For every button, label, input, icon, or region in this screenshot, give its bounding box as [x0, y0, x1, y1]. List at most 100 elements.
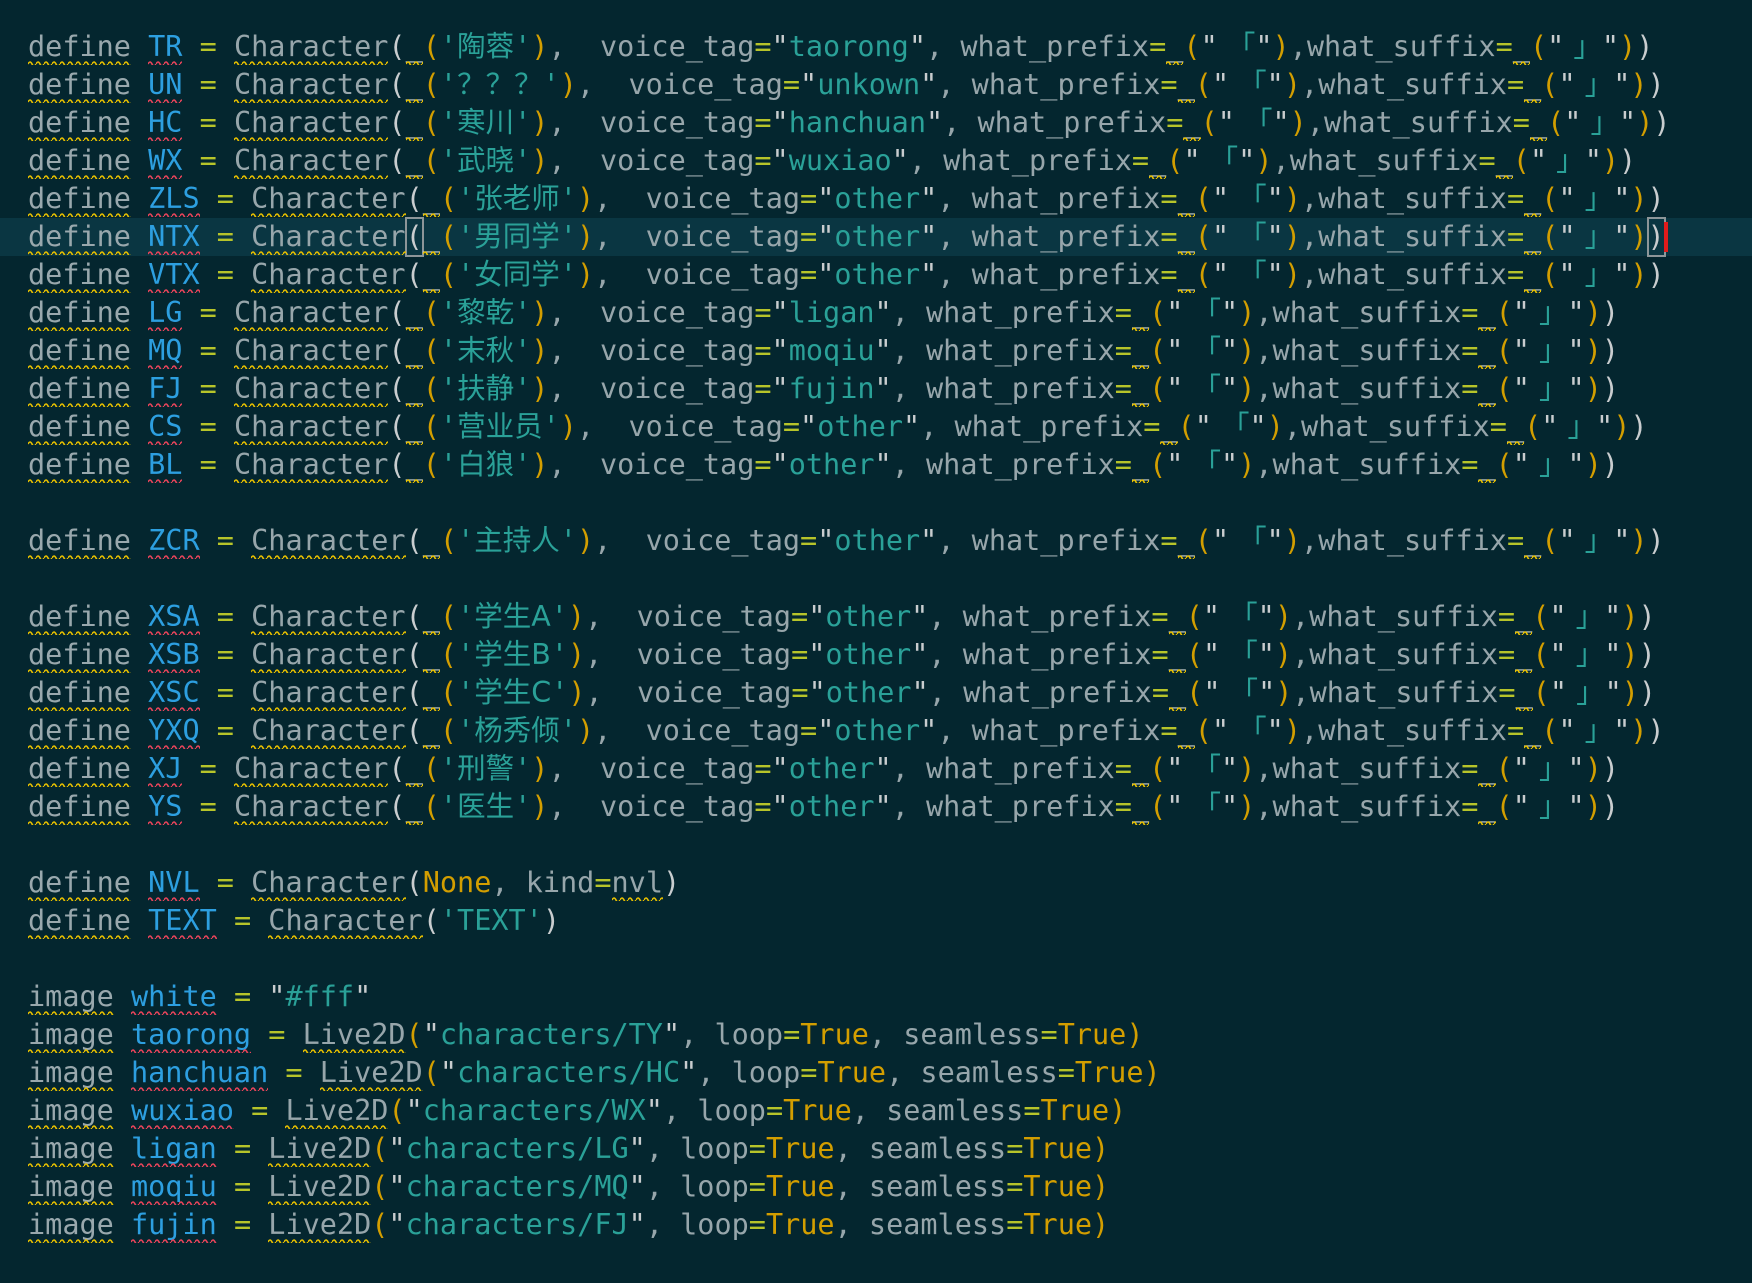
inner-close-paren: )	[1284, 258, 1301, 291]
what-prefix-value: 「	[1229, 714, 1267, 747]
quote-open: "	[1166, 334, 1183, 367]
code-line-blank-2[interactable]	[0, 560, 1752, 598]
code-line-define-XSC[interactable]: define XSC = Character(_('学生C'), voice_t…	[0, 674, 1752, 712]
code-line-define-WX[interactable]: define WX = Character(_('武晓'), voice_tag…	[0, 142, 1752, 180]
kwarg-eq: =	[754, 144, 771, 177]
code-line-define-VTX[interactable]: define VTX = Character(_('女同学'), voice_t…	[0, 256, 1752, 294]
kwarg-eq: =	[1006, 1132, 1023, 1165]
code-line-define-HC[interactable]: define HC = Character(_('寒川'), voice_tag…	[0, 104, 1752, 142]
kwarg-eq: =	[800, 1056, 817, 1089]
code-line-define-ZCR[interactable]: define ZCR = Character(_('主持人'), voice_t…	[0, 522, 1752, 560]
kwarg-voice-tag: voice_tag	[600, 752, 754, 785]
translate-fn: _	[1524, 258, 1541, 291]
what-suffix-value: 」	[1576, 68, 1614, 101]
kwarg-voice-tag: voice_tag	[600, 372, 754, 405]
squiggle-id-ZLS: ZLS	[148, 180, 199, 218]
code-line-define-XSB[interactable]: define XSB = Character(_('学生B'), voice_t…	[0, 636, 1752, 674]
code-line-blank-3[interactable]	[0, 826, 1752, 864]
quote-close: "	[892, 144, 909, 177]
comma: ,	[835, 1170, 869, 1203]
voice-tag-value-MQ: moqiu	[789, 334, 875, 367]
what-prefix-value: 「	[1183, 790, 1221, 823]
code-line-image-moqiu[interactable]: image moqiu = Live2D("characters/MQ", lo…	[0, 1168, 1752, 1206]
comma: ,	[1307, 106, 1324, 139]
translate-fn: _	[406, 790, 423, 823]
code-line-define-TEXT[interactable]: define TEXT = Character('TEXT')	[0, 902, 1752, 940]
quote-open: "	[772, 30, 789, 63]
code-line-define-BL[interactable]: define BL = Character(_('白狼'), voice_tag…	[0, 446, 1752, 484]
kwarg-what-suffix: what_suffix	[1309, 600, 1498, 633]
quote-close: "	[1267, 182, 1284, 215]
quote-open: '	[457, 258, 474, 291]
quote-open: '	[440, 752, 457, 785]
comma: ,	[548, 144, 599, 177]
keyword-define: define	[28, 106, 131, 139]
comma: ,	[697, 1056, 731, 1089]
quote-close: "	[920, 182, 937, 215]
what-suffix-value: 」	[1530, 296, 1568, 329]
code-line-define-MQ[interactable]: define MQ = Character(_('末秋'), voice_tag…	[0, 332, 1752, 370]
image-id-fujin: fujin	[131, 1208, 217, 1241]
what-suffix-value: 」	[1530, 448, 1568, 481]
quote-open: '	[440, 410, 457, 443]
code-line-define-CS[interactable]: define CS = Character(_('营业员'), voice_ta…	[0, 408, 1752, 446]
kwarg-what-prefix: what_prefix	[972, 182, 1161, 215]
what-suffix-value: 」	[1530, 334, 1568, 367]
code-line-image-white[interactable]: image white = "#fff"	[0, 978, 1752, 1016]
what-prefix-value: 「	[1183, 334, 1221, 367]
comma: ,	[646, 1132, 680, 1165]
inner-open-paren: (	[1195, 220, 1212, 253]
inner-close-paren: )	[560, 410, 577, 443]
squiggle-character-CS: Character	[234, 408, 388, 446]
code-line-define-NTX[interactable]: define NTX = Character(_('男同学'), voice_t…	[0, 218, 1752, 256]
code-line-define-TR[interactable]: define TR = Character(_('陶蓉'), voice_tag…	[0, 28, 1752, 66]
code-editor-surface[interactable]: define TR = Character(_('陶蓉'), voice_tag…	[0, 0, 1752, 1283]
kwarg-eq: =	[1496, 30, 1513, 63]
code-line-image-taorong[interactable]: image taorong = Live2D("characters/TY", …	[0, 1016, 1752, 1054]
loop-value-wuxiao: True	[783, 1094, 852, 1127]
call-character: Character	[234, 296, 388, 329]
quote-close: "	[920, 524, 937, 557]
kwarg-voice-tag: voice_tag	[637, 638, 791, 671]
code-line-define-XSA[interactable]: define XSA = Character(_('学生A'), voice_t…	[0, 598, 1752, 636]
translate-fn: _	[1132, 790, 1149, 823]
squiggle-underscore-p-UN: _	[1178, 66, 1195, 104]
keyword-define: define	[28, 258, 131, 291]
code-line-define-YS[interactable]: define YS = Character(_('医生'), voice_tag…	[0, 788, 1752, 826]
code-line-define-YXQ[interactable]: define YXQ = Character(_('杨秀倾'), voice_t…	[0, 712, 1752, 750]
code-line-define-ZLS[interactable]: define ZLS = Character(_('张老师'), voice_t…	[0, 180, 1752, 218]
code-line-image-fujin[interactable]: image fujin = Live2D("characters/FJ", lo…	[0, 1206, 1752, 1244]
comma: ,	[852, 1094, 886, 1127]
quote-close: '	[514, 790, 531, 823]
kwarg-eq: =	[1513, 106, 1530, 139]
kwarg-kind: kind	[526, 866, 595, 899]
translate-fn: _	[1178, 182, 1195, 215]
close-paren: )	[1639, 600, 1656, 633]
open-paren: (	[388, 790, 405, 823]
quote-close: '	[560, 258, 577, 291]
code-line-blank-1[interactable]	[0, 484, 1752, 522]
character-display-name-FJ: 扶静	[457, 372, 514, 405]
squiggle-underscore-s-XSA: _	[1515, 598, 1532, 636]
code-line-define-NVL[interactable]: define NVL = Character(None, kind=nvl)	[0, 864, 1752, 902]
code-line-image-wuxiao[interactable]: image wuxiao = Live2D("characters/WX", l…	[0, 1092, 1752, 1130]
kwarg-loop: loop	[680, 1132, 749, 1165]
live2d-path-wuxiao: characters/WX	[423, 1094, 646, 1127]
kwarg-voice-tag: voice_tag	[646, 714, 800, 747]
close-paren: )	[1648, 524, 1665, 557]
code-line-define-UN[interactable]: define UN = Character(_('？？？'), voice_ta…	[0, 66, 1752, 104]
code-line-define-FJ[interactable]: define FJ = Character(_('扶静'), voice_tag…	[0, 370, 1752, 408]
quote-close: "	[629, 1208, 646, 1241]
inner-close-paren: )	[1284, 68, 1301, 101]
quote-close: '	[514, 296, 531, 329]
quote-open: "	[1530, 144, 1547, 177]
code-line-image-ligan[interactable]: image ligan = Live2D("characters/LG", lo…	[0, 1130, 1752, 1168]
inner-open-paren: (	[423, 144, 440, 177]
comma: ,	[594, 714, 645, 747]
code-line-define-XJ[interactable]: define XJ = Character(_('刑警'), voice_tag…	[0, 750, 1752, 788]
quote-open: "	[1558, 258, 1575, 291]
code-line-image-hanchuan[interactable]: image hanchuan = Live2D("characters/HC",…	[0, 1054, 1752, 1092]
code-line-blank-4[interactable]	[0, 940, 1752, 978]
code-line-define-LG[interactable]: define LG = Character(_('黎乾'), voice_tag…	[0, 294, 1752, 332]
quote-open: "	[772, 296, 789, 329]
